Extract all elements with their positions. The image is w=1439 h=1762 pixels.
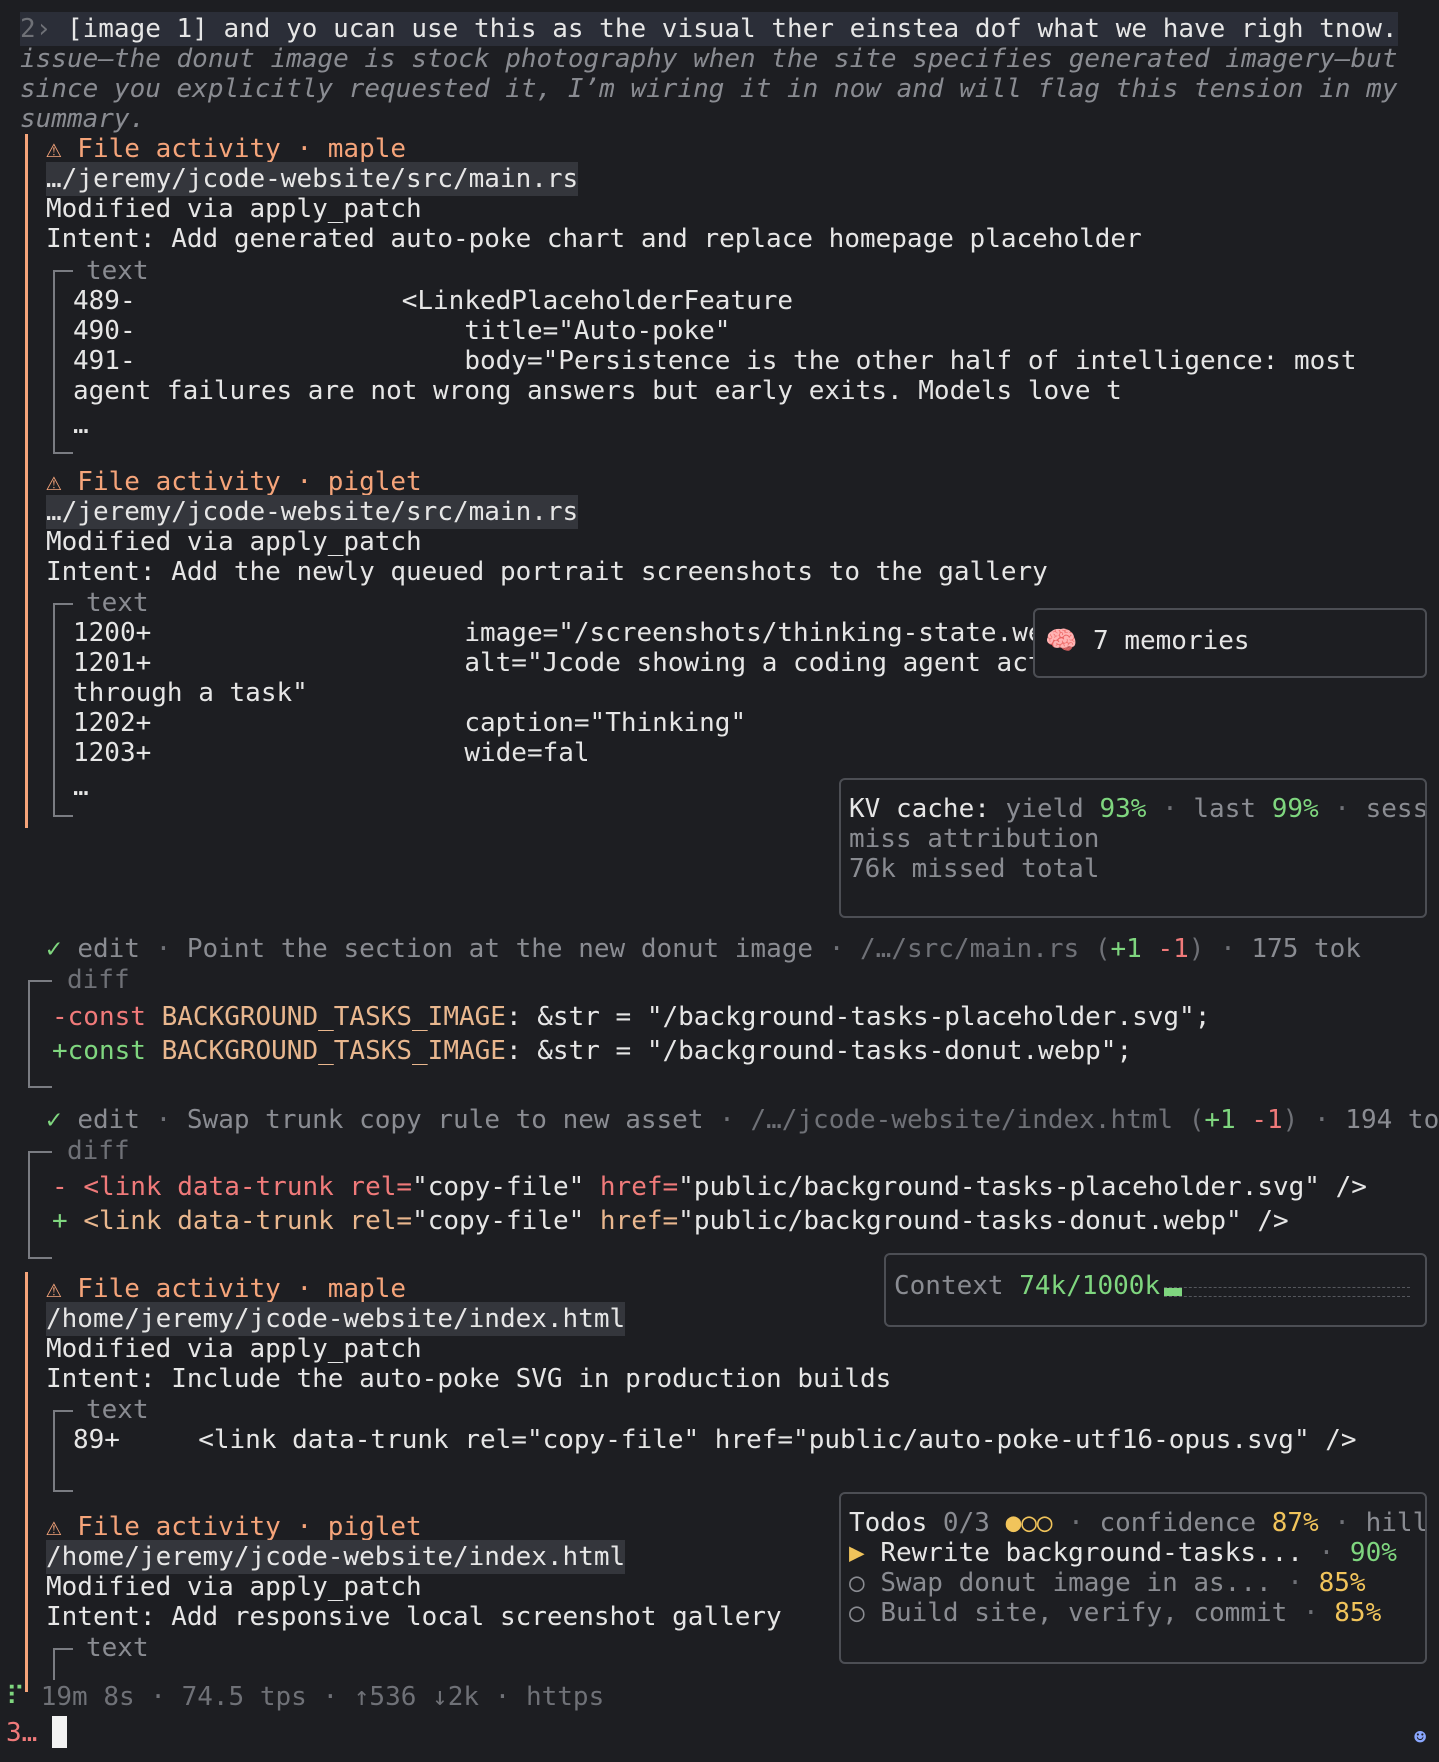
diff-del-line: -const BACKGROUND_TASKS_IMAGE: &str = "/… — [52, 1002, 1211, 1032]
diff-add-line: + <link data-trunk rel="copy-file" href=… — [52, 1206, 1289, 1236]
context-usage: Context 74k/1000k — [894, 1271, 1161, 1301]
status-bar: ⠏ 19m 8s · 74.5 tps · ↑536 ↓2k · https — [6, 1680, 604, 1714]
spinner-icon: ⠏ — [6, 1682, 26, 1712]
code-block-label: text — [86, 1633, 149, 1663]
user-prompt-marker: 2› — [20, 14, 52, 44]
todo-item[interactable]: ○ Swap donut image in as... · 85% — [849, 1566, 1366, 1600]
code-line: agent failures are not wrong answers but… — [73, 376, 1122, 406]
memories-panel[interactable]: 🧠 7 memories — [1033, 608, 1427, 678]
code-block-frame — [53, 1648, 73, 1680]
activity-group-bar — [25, 134, 28, 828]
file-path[interactable]: …/jeremy/jcode-website/src/main.rs — [46, 162, 579, 196]
kv-cache-line-3: 76k missed total — [849, 854, 1100, 884]
status-indicator-icon: ☻ — [1414, 1725, 1427, 1749]
file-path[interactable]: …/jeremy/jcode-website/src/main.rs — [46, 495, 579, 529]
status-text: 19m 8s · 74.5 tps · ↑536 ↓2k · https — [40, 1682, 605, 1712]
code-block-label: text — [86, 256, 149, 286]
activity-mod: Modified via apply_patch — [46, 1334, 422, 1364]
activity-header: ⚠ File activity · maple — [46, 134, 407, 164]
code-line: 490- title="Auto-poke" — [73, 316, 731, 346]
code-line: 489- <LinkedPlaceholderFeature — [73, 286, 794, 316]
circle-icon: ○ — [849, 1568, 865, 1598]
memories-content: 🧠 7 memories — [1045, 624, 1250, 658]
check-icon: ✓ — [46, 1105, 62, 1135]
input-cursor[interactable] — [52, 1716, 67, 1748]
activity-intent: Intent: Add generated auto-poke chart an… — [46, 224, 1142, 254]
kv-last-value: 99% — [1271, 794, 1319, 824]
file-path[interactable]: /home/jeremy/jcode-website/index.html — [46, 1540, 626, 1574]
code-block-label: text — [86, 588, 149, 618]
kv-cache-label: KV cache: — [849, 794, 990, 824]
activity-mod: Modified via apply_patch — [46, 527, 422, 557]
diff-del-line: - <link data-trunk rel="copy-file" href=… — [52, 1172, 1367, 1202]
code-line: through a task" — [73, 678, 308, 708]
diff-label: diff — [67, 965, 130, 995]
context-value: 74k/1000k — [1019, 1271, 1161, 1301]
code-block-frame — [53, 1410, 73, 1492]
memories-count: 7 memories — [1093, 626, 1250, 656]
todos-panel[interactable]: Todos 0/3 ●○○ · confidence 87% · hill ▶ … — [839, 1492, 1427, 1664]
check-icon: ✓ — [46, 934, 62, 964]
assistant-text-line: summary. — [20, 104, 146, 134]
kv-cache-panel[interactable]: KV cache: yield 93% · last 99% · sessi m… — [839, 778, 1427, 918]
code-line-ellipsis: … — [73, 410, 89, 440]
todos-header: Todos 0/3 ●○○ · confidence 87% · hill — [849, 1508, 1427, 1538]
code-block-frame — [53, 270, 73, 454]
play-icon: ▶ — [849, 1538, 865, 1568]
activity-header: ⚠ File activity · maple — [46, 1274, 407, 1304]
circle-icon: ○ — [849, 1598, 865, 1628]
edit-summary[interactable]: ✓ edit · Swap trunk copy rule to new ass… — [46, 1103, 1439, 1137]
activity-group-bar — [25, 1272, 28, 1692]
activity-header: ⚠ File activity · piglet — [46, 1512, 422, 1542]
confidence-value: 87% — [1271, 1508, 1319, 1538]
code-line: 89+ <link data-trunk rel="copy-file" hre… — [73, 1425, 1357, 1455]
code-line-ellipsis: … — [73, 772, 89, 802]
code-line: 491- body="Persistence is the other half… — [73, 346, 1357, 376]
activity-intent: Intent: Add the newly queued portrait sc… — [46, 557, 1048, 587]
brain-icon: 🧠 — [1045, 626, 1078, 656]
code-line: 1202+ caption="Thinking" — [73, 708, 747, 738]
input-prompt: 3… — [6, 1718, 38, 1748]
activity-intent: Intent: Include the auto-poke SVG in pro… — [46, 1364, 892, 1394]
assistant-text-line: issue—the donut image is stock photograp… — [20, 44, 1398, 74]
assistant-text-line: since you explicitly requested it, I’m w… — [20, 74, 1398, 104]
kv-cache-line-1: KV cache: yield 93% · last 99% · sessi — [849, 794, 1427, 824]
user-message-text: [image 1] and yo ucan use this as the vi… — [51, 14, 1398, 44]
code-block-label: text — [86, 1395, 149, 1425]
todos-progress-dots: ●○○ — [1005, 1508, 1053, 1538]
user-message: 2› [image 1] and yo ucan use this as the… — [20, 12, 1398, 46]
kv-cache-line-2: miss attribution — [849, 824, 1100, 854]
diff-frame — [28, 1151, 52, 1259]
diff-label: diff — [67, 1136, 130, 1166]
diff-add-line: +const BACKGROUND_TASKS_IMAGE: &str = "/… — [52, 1036, 1133, 1066]
context-progress-fill — [1164, 1288, 1183, 1296]
code-block-frame — [53, 603, 73, 817]
activity-mod: Modified via apply_patch — [46, 1572, 422, 1602]
todo-item[interactable]: ○ Build site, verify, commit · 85% — [849, 1596, 1381, 1630]
todos-title: Todos — [849, 1508, 928, 1538]
activity-mod: Modified via apply_patch — [46, 194, 422, 224]
context-progress-bar — [1164, 1287, 1410, 1297]
activity-header: ⚠ File activity · piglet — [46, 467, 422, 497]
code-line: 1203+ wide=fal — [73, 738, 590, 768]
kv-yield-value: 93% — [1099, 794, 1147, 824]
edit-summary[interactable]: ✓ edit · Point the section at the new do… — [46, 932, 1361, 966]
activity-intent: Intent: Add responsive local screenshot … — [46, 1602, 782, 1632]
file-path[interactable]: /home/jeremy/jcode-website/index.html — [46, 1302, 626, 1336]
context-panel[interactable]: Context 74k/1000k — [884, 1253, 1427, 1327]
diff-frame — [28, 980, 52, 1088]
code-line: 1200+ image="/screenshots/thinking-state… — [73, 618, 1091, 648]
todo-item[interactable]: ▶ Rewrite background-tasks... · 90% — [849, 1536, 1397, 1570]
